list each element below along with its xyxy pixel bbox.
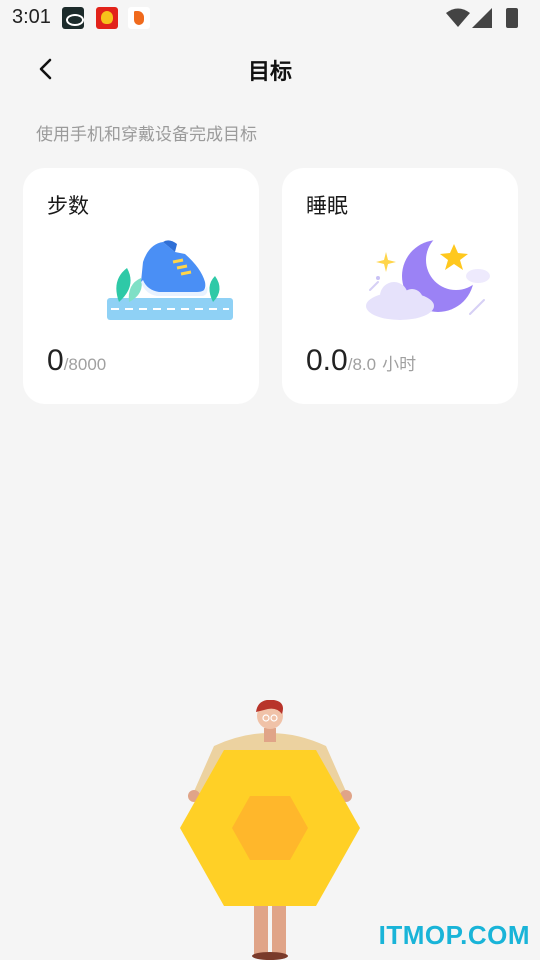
page-title: 目标	[247, 60, 292, 85]
watermark-text: ITMOP.COM	[378, 920, 530, 950]
status-bar: 3:01	[0, 0, 540, 36]
page-subtitle: 使用手机和穿戴设备完成目标	[36, 125, 257, 145]
moon-star-cloud-illustration	[366, 238, 490, 320]
steps-goal-value: /8000	[63, 355, 107, 374]
header: 目标	[0, 44, 540, 94]
app-notification-icon	[62, 7, 84, 29]
sleep-value-row: 0.0/8.0 小时	[306, 344, 416, 378]
sleep-current-value: 0.0	[306, 344, 348, 377]
sleep-goal-card[interactable]: 睡眠 0.0/8.0 小时	[282, 168, 518, 404]
shrimp-app-notification-icon	[128, 7, 150, 29]
steps-value-row: 0/8000	[47, 344, 106, 378]
wifi-icon	[446, 8, 470, 27]
steps-card-title: 步数	[47, 194, 89, 218]
mascot-hexagon-illustration	[180, 700, 360, 960]
signal-icon	[472, 8, 492, 28]
lion-app-notification-icon	[96, 7, 118, 29]
sleep-goal-value: /8.0	[347, 355, 377, 374]
sleep-unit: 小时	[382, 355, 417, 374]
battery-charging-icon	[506, 8, 518, 28]
sleep-card-title: 睡眠	[306, 194, 348, 218]
sneaker-illustration	[107, 240, 233, 320]
steps-current-value: 0	[47, 344, 64, 377]
steps-goal-card[interactable]: 步数 0/8000	[23, 168, 259, 404]
status-indicators	[446, 8, 518, 28]
status-time: 3:01	[12, 6, 51, 28]
